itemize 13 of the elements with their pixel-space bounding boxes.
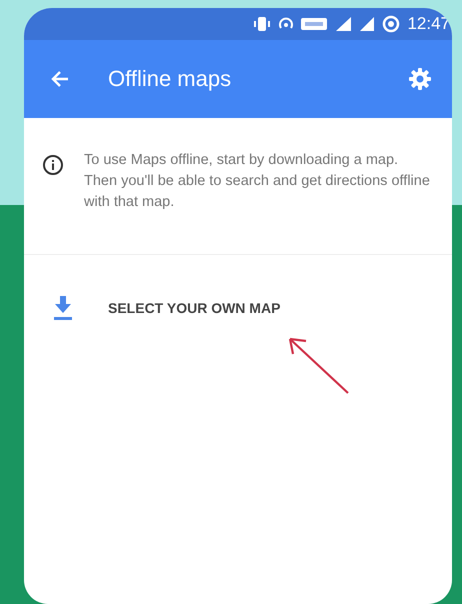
back-arrow-icon[interactable] [50, 69, 70, 89]
signal-icon [334, 16, 352, 32]
screen-title: Offline maps [108, 66, 232, 92]
signal-icon [359, 16, 376, 32]
clock-time: 12:47 [407, 14, 450, 34]
network-badge-icon [301, 17, 328, 31]
info-message: To use Maps offline, start by downloading a map. Then you'll be able to search and get directions offline with that map. [84, 151, 431, 212]
vibrate-icon [253, 16, 272, 32]
settings-icon[interactable] [408, 67, 432, 91]
select-map-link[interactable]: SELECT YOUR OWN MAP [108, 300, 280, 316]
info-icon [42, 154, 64, 176]
battery-saver-icon [382, 15, 400, 33]
download-icon[interactable] [52, 295, 74, 321]
